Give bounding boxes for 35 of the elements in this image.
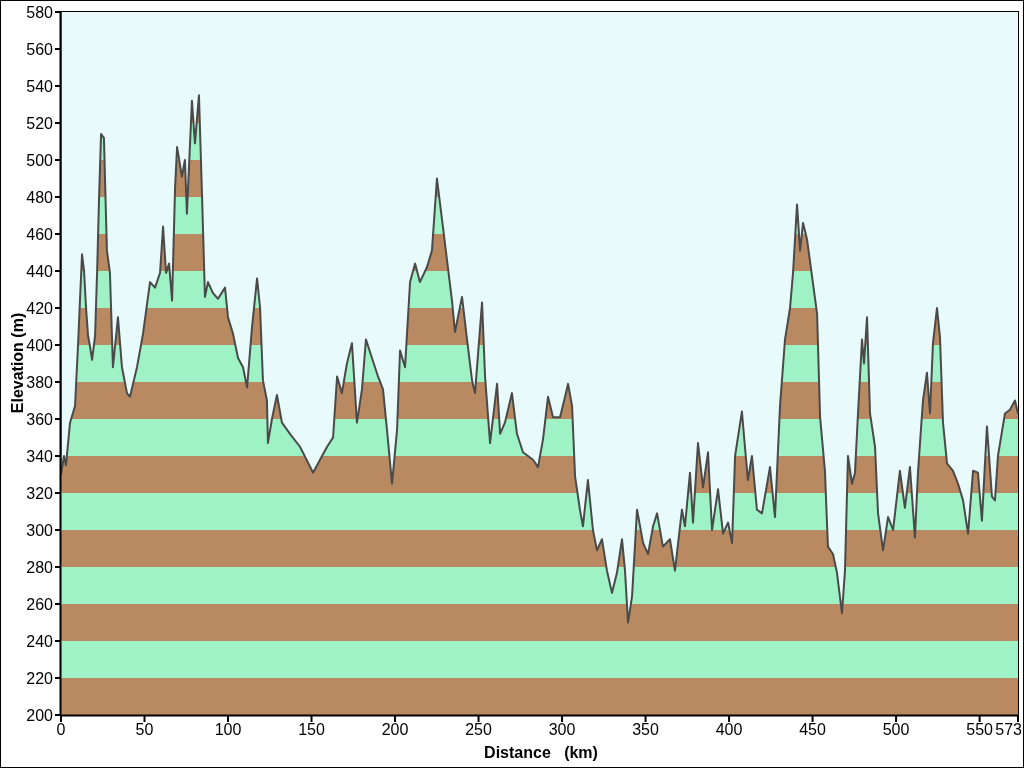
y-tick-label: 360 (26, 411, 53, 428)
y-tick-label: 240 (26, 633, 53, 650)
x-tick-label: 450 (799, 721, 826, 738)
y-tick-label: 440 (26, 263, 53, 280)
x-tick-label: 0 (56, 721, 66, 738)
y-axis-title: Elevation (m) (8, 312, 26, 414)
y-tick-label: 580 (26, 4, 53, 21)
x-axis-title: Distance (km) (484, 744, 598, 761)
y-tick-label: 540 (26, 78, 53, 95)
x-tick-label: 350 (632, 721, 659, 738)
y-tick-label: 380 (26, 374, 53, 391)
y-tick-label: 400 (26, 337, 53, 354)
y-tick-label: 260 (26, 596, 53, 613)
y-tick-label: 280 (26, 559, 53, 576)
y-tick-label: 500 (26, 152, 53, 169)
x-tick-label: 50 (135, 721, 154, 738)
y-tick-label: 220 (26, 670, 53, 687)
x-tick-label: 550 (966, 721, 993, 738)
x-tick-label: 250 (465, 721, 492, 738)
y-tick-label: 520 (26, 115, 53, 132)
x-tick-label: 200 (381, 721, 409, 738)
x-tick-label: 300 (548, 721, 576, 738)
y-tick-label: 480 (26, 189, 53, 206)
x-tick-label: 500 (882, 721, 910, 738)
y-tick-label: 320 (26, 485, 53, 502)
y-tick-label: 300 (26, 522, 53, 539)
x-tick-label: 400 (715, 721, 743, 738)
y-tick-label: 460 (26, 226, 53, 243)
x-tick-label: 100 (214, 721, 242, 738)
y-tick-label: 560 (26, 41, 53, 58)
y-tick-label: 200 (26, 707, 53, 724)
x-tick-label: 573 (995, 721, 1022, 738)
y-tick-label: 340 (26, 448, 53, 465)
x-tick-label: 150 (298, 721, 325, 738)
y-tick-label: 420 (26, 300, 53, 317)
